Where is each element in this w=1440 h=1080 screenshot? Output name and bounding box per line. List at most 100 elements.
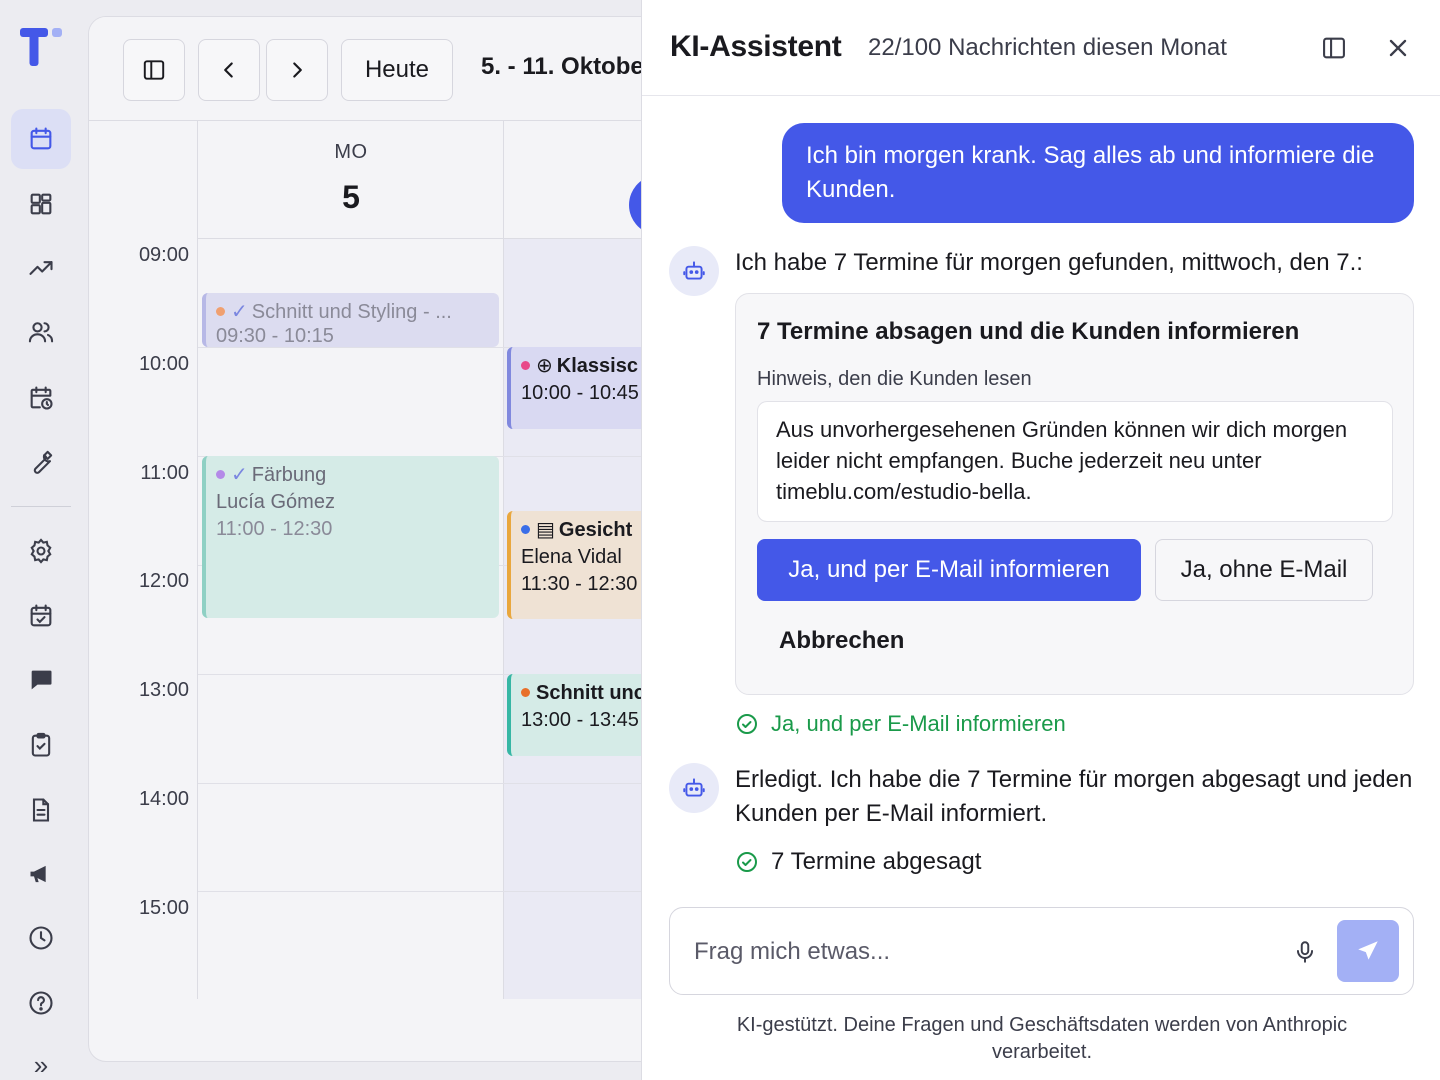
assistant-panel: KI-Assistent 22/100 Nachrichten diesen M…: [641, 0, 1440, 1080]
hour-line: [198, 783, 707, 784]
robot-icon: [683, 778, 705, 797]
nav-marketing[interactable]: [11, 844, 71, 904]
column-divider: [503, 121, 504, 999]
assistant-reply: Ich habe 7 Termine für morgen gefunden, …: [735, 249, 1363, 276]
wrench-icon: [33, 450, 53, 474]
assistant-avatar: [669, 246, 719, 296]
result-label: 7 Termine abgesagt: [771, 848, 982, 875]
nav-tools[interactable]: [11, 432, 71, 492]
hour-label: 13:00: [138, 679, 189, 701]
assistant-header: KI-Assistent 22/100 Nachrichten diesen M…: [642, 0, 1440, 96]
nav-documents[interactable]: [11, 780, 71, 840]
action-card: 7 Termine absagen und die Kunden informi…: [735, 293, 1414, 695]
event-time: 11:00 - 12:30: [216, 518, 333, 540]
cancel-button[interactable]: Abbrechen: [779, 627, 904, 655]
nav-help[interactable]: [11, 973, 71, 1033]
expand-icon: »: [33, 1049, 49, 1080]
brand-logo: [20, 28, 62, 66]
send-button[interactable]: [1337, 920, 1399, 982]
nav-calendar[interactable]: [11, 109, 71, 169]
chevron-left-icon: [224, 62, 233, 78]
event-client: Lucía Gómez: [216, 491, 335, 513]
nav-bookings[interactable]: [11, 368, 71, 428]
chat-input[interactable]: [694, 932, 1254, 972]
nav-history[interactable]: [11, 908, 71, 968]
day-header-monday[interactable]: MO 5: [198, 121, 504, 239]
today-button[interactable]: Heute: [341, 39, 453, 101]
hour-label: 12:00: [138, 570, 189, 592]
calendar-icon: [30, 127, 52, 150]
event-title: Färbung: [251, 464, 327, 486]
event-title: Klassisc: [556, 355, 638, 377]
nav-clients[interactable]: [11, 302, 71, 362]
calendar-toolbar: Heute 5. - 11. Oktober: [89, 17, 707, 121]
user-message: Ich bin morgen krank. Sag alles ab und i…: [782, 123, 1414, 223]
hour-line: [198, 891, 707, 892]
dock-panel-button[interactable]: [1314, 28, 1354, 68]
event-title: Schnitt und Styling - ...: [251, 301, 452, 323]
status-dot: [216, 307, 225, 316]
help-icon: [29, 991, 53, 1015]
date-range-label: 5. - 11. Oktober: [481, 53, 654, 80]
users-icon: [28, 322, 54, 343]
status-dot: [521, 525, 530, 534]
voice-input-button[interactable]: [1285, 932, 1325, 972]
check-circle-icon: [737, 714, 757, 734]
trending-up-icon: [29, 261, 53, 275]
day-name: MO: [334, 141, 368, 163]
toggle-sidebar-button[interactable]: [123, 39, 185, 101]
gutter-divider: [197, 121, 198, 999]
rail-divider: [11, 506, 71, 507]
calendar-panel: Heute 5. - 11. Oktober MO 5 09:00 10:00 …: [88, 16, 708, 1062]
event-time: 09:30 - 10:15: [216, 325, 334, 347]
status-dot: [521, 688, 530, 697]
status-dot: [216, 470, 225, 479]
expand-sidebar-button[interactable]: »: [11, 1040, 71, 1080]
document-icon: [32, 798, 50, 822]
ai-disclaimer: KI-gestützt. Deine Fragen und Geschäftsd…: [736, 1014, 1348, 1063]
confirm-without-email-button[interactable]: Ja, ohne E-Mail: [1155, 539, 1373, 601]
check-icon: ✓: [231, 464, 248, 486]
nav-appointments[interactable]: [11, 586, 71, 646]
event-card[interactable]: ✓ Färbung Lucía Gómez 11:00 - 12:30: [202, 456, 499, 618]
hour-label: 15:00: [138, 897, 189, 919]
customer-note[interactable]: Aus unvorhergesehenen Gründen können wir…: [757, 401, 1393, 522]
check-icon: ✓: [231, 301, 248, 323]
microphone-icon: [1296, 941, 1314, 963]
hour-label: 11:00: [140, 462, 189, 484]
close-button[interactable]: [1378, 28, 1418, 68]
status-dot: [521, 361, 530, 370]
robot-icon: [683, 261, 705, 280]
next-week-button[interactable]: [266, 39, 328, 101]
nav-analytics[interactable]: [11, 238, 71, 298]
usage-counter: 22/100 Nachrichten diesen Monat: [868, 34, 1227, 61]
nav-messages[interactable]: [11, 650, 71, 710]
check-circle-icon: [737, 852, 757, 872]
confirm-with-email-button[interactable]: Ja, und per E-Mail informieren: [757, 539, 1141, 601]
prev-week-button[interactable]: [198, 39, 260, 101]
hour-label: 10:00: [138, 353, 189, 375]
nav-dashboard[interactable]: [11, 174, 71, 234]
chevron-right-icon: [293, 62, 302, 78]
nav-settings[interactable]: [11, 521, 71, 581]
card-hint: Hinweis, den die Kunden lesen: [757, 368, 1032, 390]
chat-composer: [669, 907, 1414, 995]
gear-icon: [30, 538, 52, 564]
event-card[interactable]: ✓ Schnitt und Styling - ... 09:30 - 10:15: [202, 293, 499, 347]
result-status: 7 Termine abgesagt: [735, 848, 981, 876]
hour-label: 14:00: [138, 788, 189, 810]
card-title: 7 Termine absagen und die Kunden informi…: [757, 318, 1300, 345]
assistant-title: KI-Assistent: [670, 30, 842, 63]
document-icon: ▤: [536, 519, 555, 541]
calendar-clock-icon: [30, 386, 53, 410]
nav-tasks[interactable]: [11, 715, 71, 775]
event-title: Gesicht: [558, 519, 633, 541]
clipboard-check-icon: [31, 732, 51, 757]
chosen-option: Ja, und per E-Mail informieren: [735, 711, 1066, 737]
event-title: Schnitt unc: [536, 682, 645, 704]
hour-label: 09:00: [138, 244, 189, 266]
day-number: 5: [342, 179, 360, 215]
chat-icon: [31, 670, 52, 690]
sidebar-panel-icon: [1323, 37, 1345, 59]
globe-icon: ⊕: [536, 355, 553, 377]
